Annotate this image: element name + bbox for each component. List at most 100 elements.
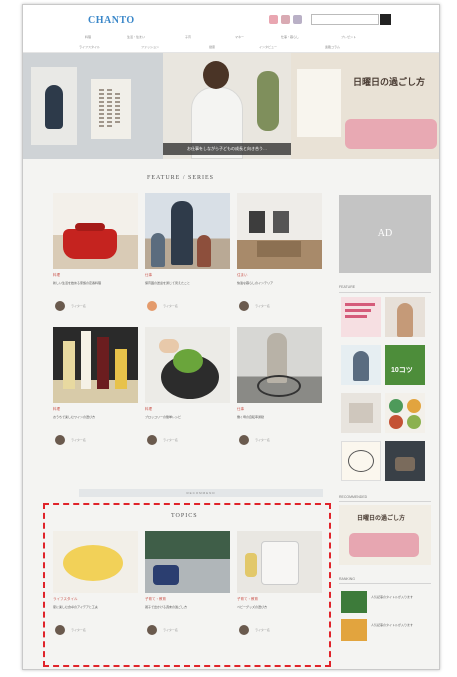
hero-caption-text: お仕事をしながら子どもの成長と向き合う… [187,146,267,151]
food-image [407,415,421,429]
card-author: ライター名 [239,301,324,313]
article-thumbnail[interactable] [237,327,322,403]
food-image [389,415,403,429]
card-title[interactable]: ブロッコリーの簡単レシピ [145,415,230,420]
card-title[interactable]: 保育園の送迎を通じて見えたこと [145,281,230,286]
red-pot-image [63,229,117,259]
person-image [171,201,193,265]
nav-item[interactable]: マネー [235,35,244,39]
author-avatar [147,625,157,635]
card-author: ライター名 [147,301,232,313]
hero-mini-card [297,69,341,137]
nav-item[interactable]: インタビュー [259,45,277,49]
card-category-tag[interactable]: 仕事 [145,273,152,278]
nav-item[interactable]: 仕事・暮らし [281,35,299,39]
card-author: ライター名 [239,435,324,447]
page-frame: CHANTO 料理 生活・住まい 子育 マネー 仕事・暮らし プレゼント ライフ… [22,4,440,670]
social-icon[interactable] [281,15,290,24]
search-button[interactable] [380,14,391,25]
hand-image [159,339,179,353]
article-thumbnail[interactable] [53,193,138,269]
card-title[interactable]: 働く母の自転車通勤 [237,415,322,420]
hero-carousel[interactable]: お仕事をしながら子どもの成長と向き合う… 日曜日の過ごし方 [23,53,439,159]
card-category-tag[interactable]: 子育て・教育 [145,597,166,602]
sidebar-banner-title: 日曜日の過ごし方 [357,516,406,522]
card-author: ライター名 [239,625,324,637]
card-category-tag[interactable]: 料理 [145,407,152,412]
author-avatar [55,625,65,635]
ranking-item[interactable]: 人気記事のタイトルが入ります [341,591,433,615]
nav-item[interactable]: 連載コラム [325,45,340,49]
sidebar-feature-thumbnail[interactable] [385,393,425,433]
sidebar-feature-thumbnail[interactable] [341,393,381,433]
article-thumbnail[interactable] [145,193,230,269]
card-title[interactable]: おうちで楽しむワインの選び方 [53,415,138,420]
sidebar-feature-thumbnail[interactable] [385,441,425,481]
card-title[interactable]: 夏に楽しむ食卓のアイデアと工夫 [53,605,138,610]
card-title[interactable]: 親子で出かける週末の過ごし方 [145,605,230,610]
hero-slide-left[interactable] [23,53,163,159]
card-title[interactable]: ベビーグッズの選び方 [237,605,322,610]
vertical-text-lines [115,93,120,123]
card-author: ライター名 [147,625,232,637]
nav-item[interactable]: プレゼント [341,35,356,39]
nav-item[interactable]: ファッション [141,45,159,49]
article-thumbnail[interactable] [145,327,230,403]
article-thumbnail[interactable] [237,193,322,269]
bottle-image [81,331,91,389]
ranking-item[interactable]: 人気記事のタイトルが入ります [341,619,433,643]
author-name: ライター名 [71,304,86,308]
thumbnail-label: 10コツ [391,367,413,374]
nav-item[interactable]: 子育 [185,35,191,39]
nav-item[interactable]: 健康 [209,45,215,49]
card-category-tag[interactable]: 子育て・教育 [237,597,258,602]
section-title-topics: TOPICS [171,513,198,519]
object-image [153,565,179,585]
recommend-banner: RECOMMEND [79,489,323,497]
card-title[interactable]: 快適な暮らしのインテリア [237,281,322,286]
site-logo[interactable]: CHANTO [88,15,135,26]
bicycle-image [257,375,301,397]
sidebar-banner[interactable]: 日曜日の過ごし方 [339,505,431,565]
bottle-image [245,553,257,577]
author-name: ライター名 [163,628,178,632]
food-image [407,399,421,413]
ranking-thumbnail [341,591,367,613]
author-name: ライター名 [255,628,270,632]
vertical-text-lines [99,89,104,129]
sofa-illustration [349,533,419,557]
hero-slide-right[interactable]: 日曜日の過ごし方 [291,53,439,159]
author-avatar [239,435,249,445]
sidebar-feature-thumbnail[interactable] [385,297,425,337]
sidebar-feature-thumbnail[interactable] [341,345,381,385]
text-line [345,303,375,306]
search-input[interactable] [311,14,379,25]
hero-right-title: 日曜日の過ごし方 [353,77,426,87]
card-title[interactable]: 新しい生活を始める家族の定番料理 [53,281,138,286]
article-thumbnail[interactable] [237,531,322,593]
nav-item[interactable]: ライフスタイル [79,45,100,49]
nav-item[interactable]: 生活・住まい [127,35,145,39]
sidebar-feature-thumbnail[interactable] [341,441,381,481]
room-image [349,403,373,423]
card-category-tag[interactable]: 料理 [53,273,60,278]
card-category-tag[interactable]: 仕事 [237,407,244,412]
frame-image [249,211,265,233]
social-icon[interactable] [293,15,302,24]
social-icon[interactable] [269,15,278,24]
baby-goods-image [261,541,299,585]
plant-image [257,71,279,131]
article-thumbnail[interactable] [145,531,230,593]
sidebar-section-title: RANKING [339,577,355,581]
article-thumbnail[interactable] [53,327,138,403]
article-thumbnail[interactable] [53,531,138,593]
card-category-tag[interactable]: 料理 [53,407,60,412]
sidebar-feature-thumbnail[interactable]: 10コツ [385,345,425,385]
card-category-tag[interactable]: ライフスタイル [53,597,78,602]
bottle-image [63,341,75,389]
nav-item[interactable]: 料理 [85,35,91,39]
card-author: ライター名 [55,435,140,447]
ad-slot[interactable]: AD [339,195,431,273]
card-category-tag[interactable]: 住まい [237,273,248,278]
sidebar-feature-thumbnail[interactable] [341,297,381,337]
